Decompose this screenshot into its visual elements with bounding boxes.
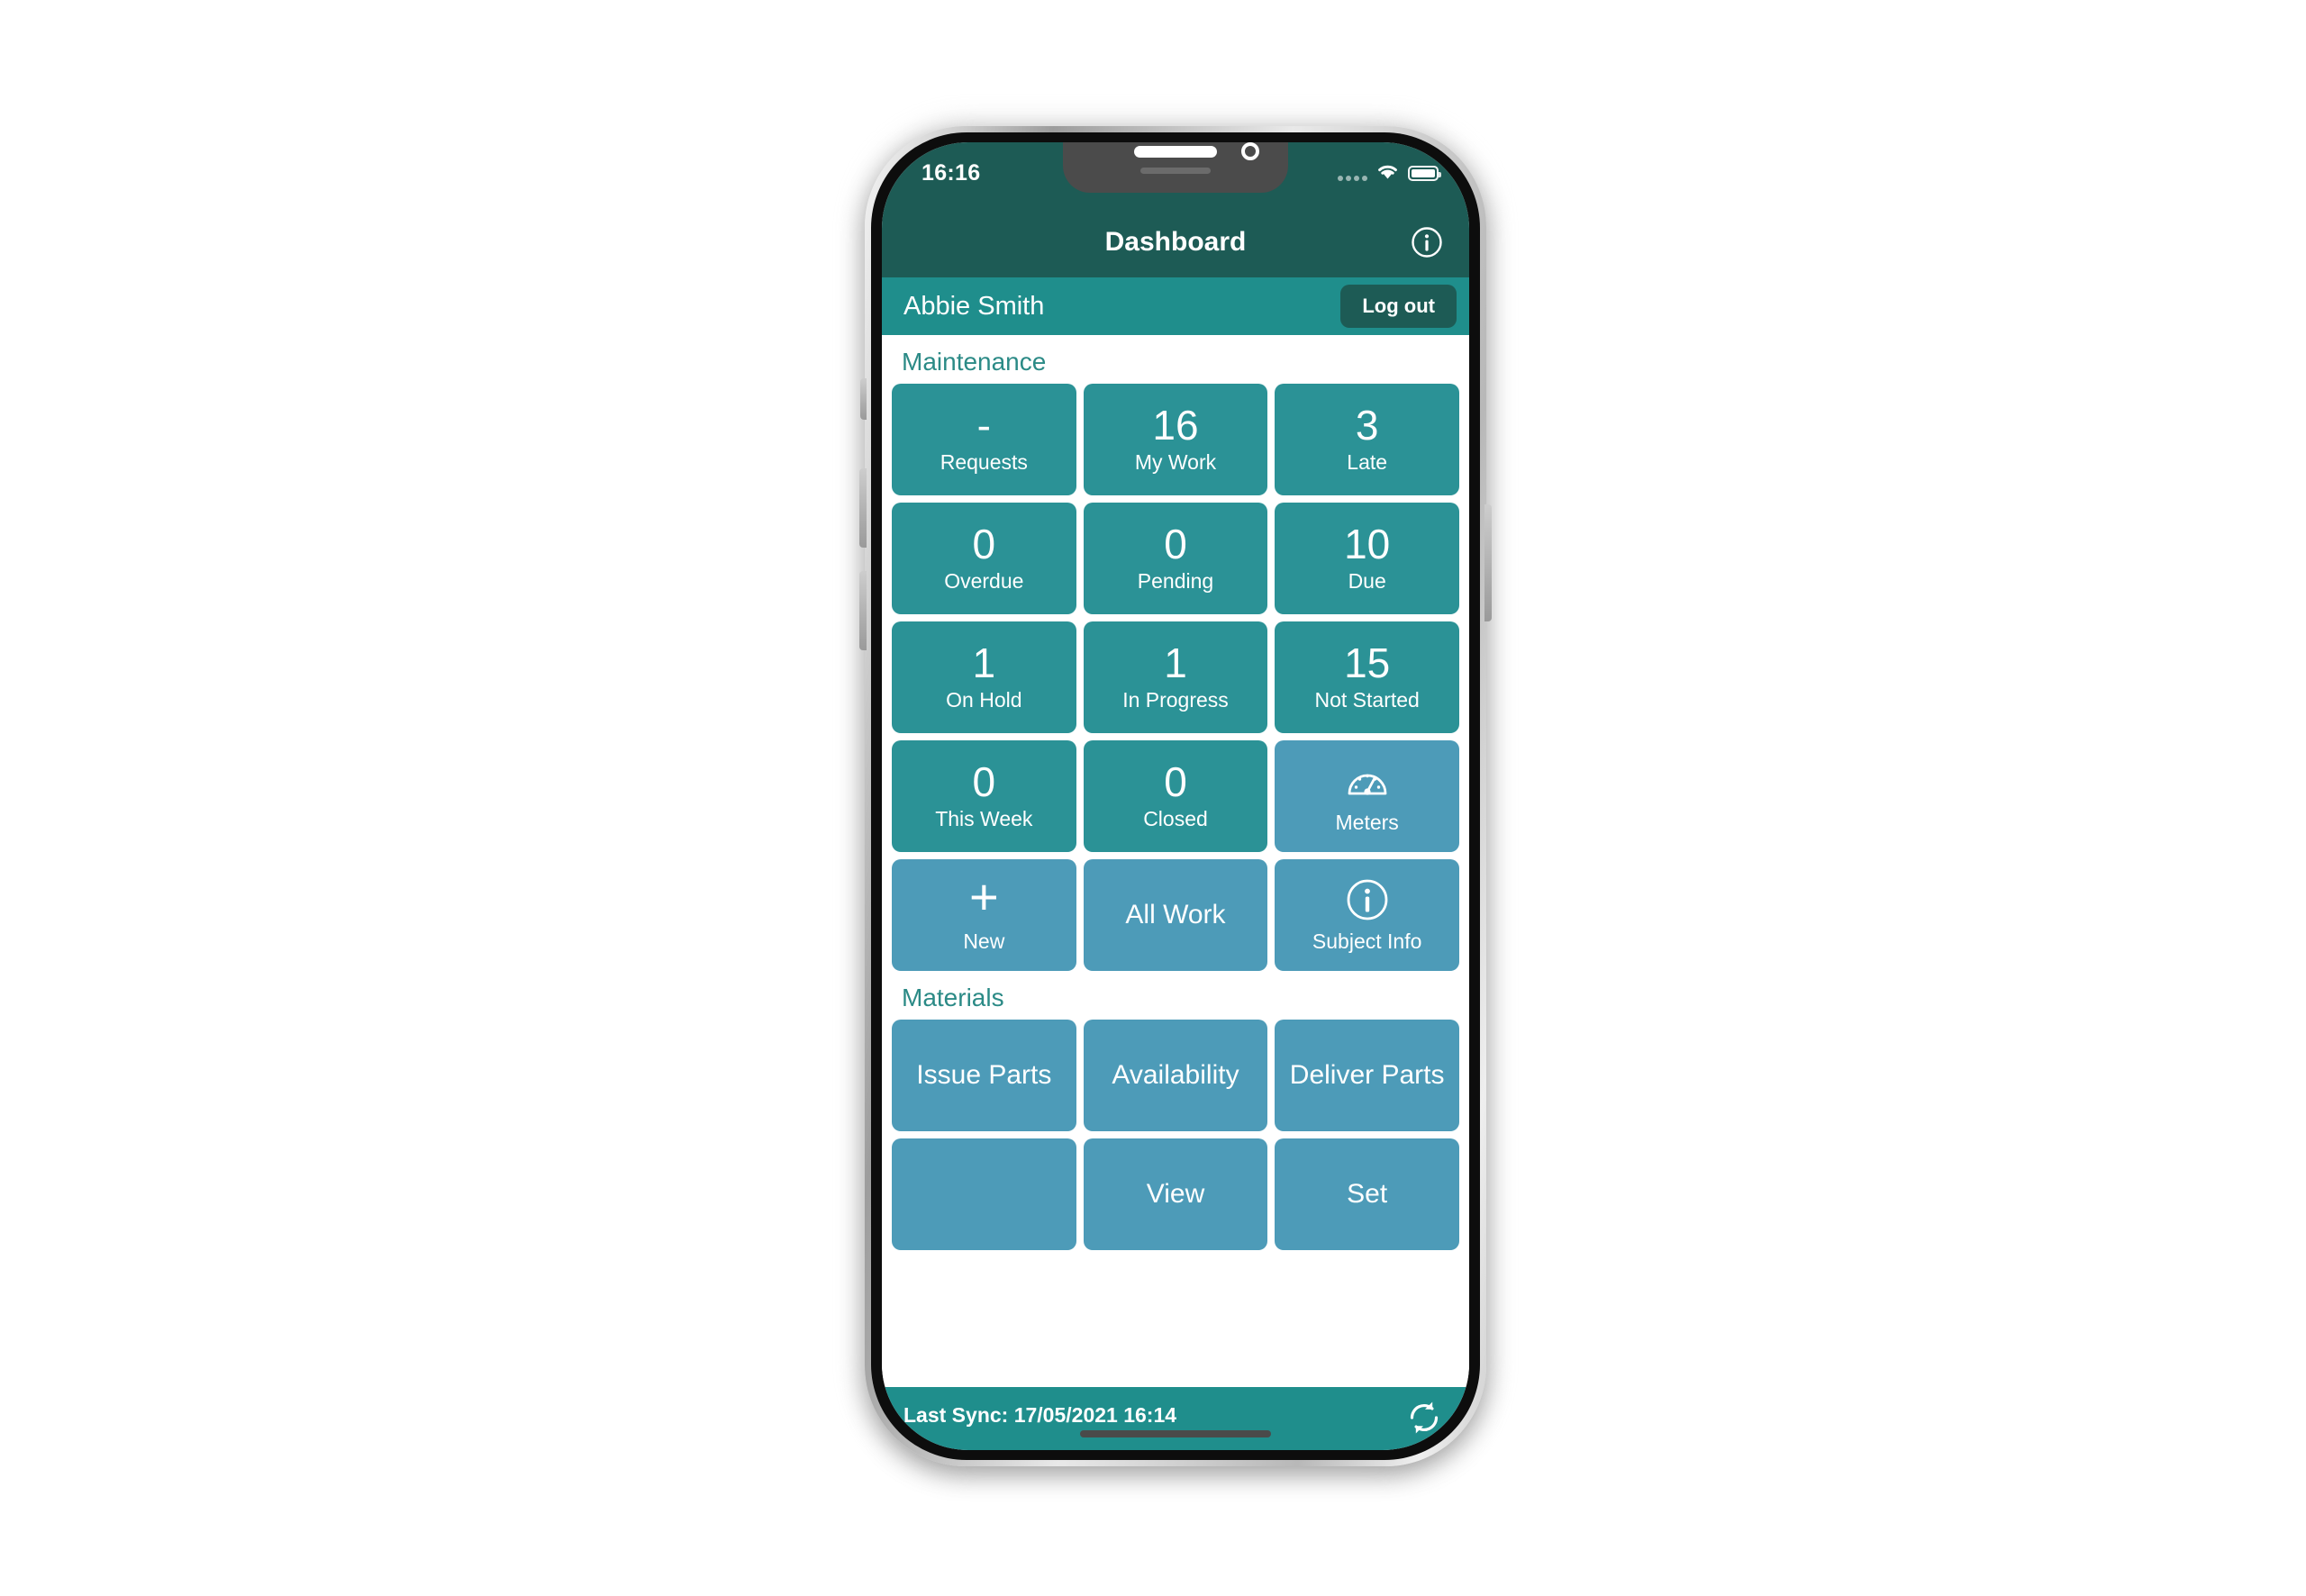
tile-value: 3	[1355, 402, 1379, 449]
tile-value: 1	[972, 639, 996, 687]
tile-requests[interactable]: - Requests	[892, 384, 1076, 495]
tile-label: Subject Info	[1312, 929, 1422, 954]
page-title: Dashboard	[1104, 227, 1247, 257]
tile-issue-parts[interactable]: Issue Parts	[892, 1020, 1076, 1131]
status-bar-time: 16:16	[921, 160, 981, 186]
tile-label: New	[963, 929, 1005, 953]
tile-value: All Work	[1125, 900, 1226, 930]
tile-deliver-parts[interactable]: Deliver Parts	[1275, 1020, 1459, 1131]
screenshot-root: 16:16 Dashboard Abbie Smith Log out Main…	[0, 0, 2306, 1596]
dashboard-content[interactable]: Maintenance - Requests 16 My Work 3 Late 0 Overd…	[882, 335, 1469, 1387]
tile-meters[interactable]: Meters	[1275, 740, 1459, 852]
tile-label: On Hold	[946, 688, 1022, 712]
tile-in-progress[interactable]: 1 In Progress	[1083, 621, 1268, 733]
tile-label: Pending	[1137, 569, 1214, 594]
tile-value: Availability	[1112, 1060, 1239, 1091]
navigation-bar: Dashboard	[882, 207, 1469, 277]
tile-new[interactable]: + New	[892, 859, 1076, 971]
phone-screen: 16:16 Dashboard Abbie Smith Log out Main…	[882, 142, 1469, 1450]
tile-value: 16	[1152, 402, 1199, 449]
tile-on-hold[interactable]: 1 On Hold	[892, 621, 1076, 733]
tile-tile[interactable]	[892, 1138, 1076, 1250]
power-button[interactable]	[1484, 504, 1492, 621]
info-circle-icon	[1344, 876, 1391, 923]
earpiece-speaker	[1134, 146, 1217, 158]
info-circle-icon[interactable]	[1410, 225, 1444, 259]
tile-pending[interactable]: 0 Pending	[1083, 503, 1268, 614]
tile-subject-info[interactable]: Subject Info	[1275, 859, 1459, 971]
plus-icon: +	[968, 867, 999, 925]
tile-due[interactable]: 10 Due	[1275, 503, 1459, 614]
wifi-icon	[1375, 162, 1400, 185]
user-bar: Abbie Smith Log out	[882, 277, 1469, 335]
status-bar: 16:16	[882, 142, 1469, 207]
earpiece-grille	[1140, 168, 1211, 174]
tile-this-week[interactable]: 0 This Week	[892, 740, 1076, 852]
tile-my-work[interactable]: 16 My Work	[1083, 384, 1268, 495]
tile-closed[interactable]: 0 Closed	[1083, 740, 1268, 852]
last-sync-text: Last Sync: 17/05/2021 16:14	[903, 1403, 1177, 1427]
tile-label: Not Started	[1314, 688, 1420, 712]
tile-value: Deliver Parts	[1289, 1060, 1445, 1091]
tile-value: 0	[1164, 521, 1187, 568]
silent-switch[interactable]	[860, 378, 867, 420]
tile-availability[interactable]: Availability	[1083, 1020, 1268, 1131]
volume-down-button[interactable]	[859, 571, 867, 650]
tile-value: 0	[972, 521, 996, 568]
tile-value: 0	[1164, 758, 1187, 806]
tile-label: Meters	[1335, 811, 1399, 835]
tile-label: Overdue	[944, 569, 1024, 594]
home-indicator[interactable]	[1080, 1430, 1271, 1437]
tile-value: View	[1146, 1179, 1205, 1210]
tile-value: -	[976, 402, 991, 449]
user-name: Abbie Smith	[903, 292, 1045, 321]
device-notch	[1063, 142, 1288, 193]
tile-label: This Week	[935, 807, 1033, 831]
refresh-icon[interactable]	[1404, 1398, 1444, 1437]
tile-overdue[interactable]: 0 Overdue	[892, 503, 1076, 614]
gauge-icon	[1344, 757, 1391, 804]
signal-dots-icon	[1338, 167, 1367, 181]
tile-label: Requests	[940, 450, 1028, 475]
tile-all-work[interactable]: All Work	[1083, 859, 1268, 971]
tile-value: 1	[1164, 639, 1187, 687]
tile-value: 15	[1344, 639, 1391, 687]
tile-label: Closed	[1143, 807, 1208, 831]
tile-view[interactable]: View	[1083, 1138, 1268, 1250]
tile-label: My Work	[1134, 450, 1217, 475]
tile-label: Late	[1347, 450, 1388, 475]
sync-status-bar: Last Sync: 17/05/2021 16:14	[882, 1387, 1469, 1450]
tile-value: Issue Parts	[916, 1060, 1052, 1091]
tile-late[interactable]: 3 Late	[1275, 384, 1459, 495]
tile-set[interactable]: Set	[1275, 1138, 1459, 1250]
tile-grid-maintenance: - Requests 16 My Work 3 Late 0 Overdue 0 Pending 1…	[882, 384, 1469, 971]
section-title-materials: Materials	[902, 984, 1004, 1011]
tile-label: Due	[1348, 569, 1386, 594]
front-camera-icon	[1241, 142, 1259, 160]
volume-up-button[interactable]	[859, 468, 867, 548]
tile-not-started[interactable]: 15 Not Started	[1275, 621, 1459, 733]
status-bar-indicators	[1338, 162, 1441, 185]
tile-value: 10	[1344, 521, 1391, 568]
section-title-maintenance: Maintenance	[902, 348, 1047, 376]
tile-value: Set	[1347, 1179, 1388, 1210]
tile-label: In Progress	[1122, 688, 1229, 712]
logout-button[interactable]: Log out	[1340, 285, 1457, 328]
battery-full-icon	[1408, 166, 1441, 181]
tile-grid-materials: Issue Parts Availability Deliver Parts View…	[882, 1020, 1469, 1250]
tile-value: 0	[972, 758, 996, 806]
